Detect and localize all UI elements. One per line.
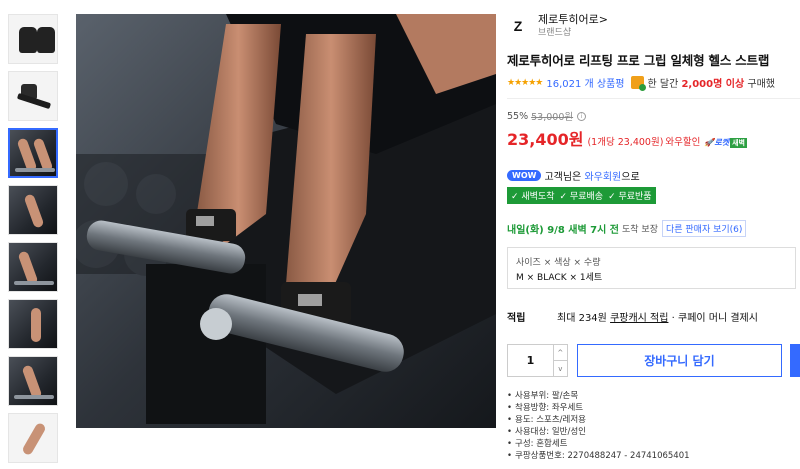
price-row: 23,400원 (1개당 23,400원) 와우할인 🚀로켓 새벽 [507,126,800,150]
sales-suffix: 구매했 [747,79,775,90]
brand-shop-label: 브랜드샵 [538,28,572,38]
free-return-badge: ✓ 무료반품 [608,192,652,202]
thumbnail-8[interactable] [8,413,58,463]
option-label: 사이즈 × 색상 × 수량 [516,258,601,268]
thumbnail-3-selected[interactable] [8,128,58,178]
thumbnail-4[interactable] [8,185,58,235]
wow-suffix: 으로 [621,172,640,183]
thumbnail-6[interactable] [8,299,58,349]
coupang-cash-link[interactable]: 쿠팡캐시 적립 [610,309,668,324]
product-info: Z 제로투히어로> 브랜드샵 제로투히어로 리프팅 프로 그립 일체형 헬스 스… [507,10,800,462]
brand-name: 제로투히어로 [538,13,599,26]
quantity-buttons: ^ v [552,345,567,376]
chevron-right-icon: > [598,13,608,26]
list-item: 사용대상: 일반/성인 [507,426,800,438]
rocket-delivery-badge: 🚀로켓 새벽 [704,137,747,148]
thumbnail-1[interactable] [8,14,58,64]
review-count-link[interactable]: 16,021 개 상품평 [546,75,624,90]
bar-image [14,281,54,285]
glove-image [37,27,55,53]
glove-image [19,27,37,53]
rating-row: ★★★★★ 16,021 개 상품평 한 달간 2,000명 이상 구매했 [507,75,800,91]
thumbnail-2[interactable] [8,71,58,121]
quantity-up-button[interactable]: ^ [553,345,567,361]
attribute-list: 사용부위: 팔/손목 착용방향: 좌우세트 용도: 스포츠/레저용 사용대상: … [507,390,800,462]
discount-rate: 55% [507,110,529,122]
sales-info: 한 달간 2,000명 이상 구매했 [648,75,775,90]
delivery-row: 내일(화) 9/8 새벽 7시 전 도착 보장 다른 판매자 보기(6) [507,220,800,237]
delivery-date: 내일(화) 9/8 새벽 7시 전 [507,225,619,236]
original-price: 53,000원 [531,112,574,123]
list-item: 쿠팡상품번호: 2270488247 - 24741065401 [507,450,800,462]
reward-label: 적립 [507,313,526,324]
reward-amount: 최대 234원 [557,313,607,324]
wow-prefix: 고객님은 [544,172,582,183]
thumbnail-5[interactable] [8,242,58,292]
brand-row[interactable]: Z 제로투히어로> 브랜드샵 [507,10,800,42]
add-to-cart-button[interactable]: 장바구니 담기 [576,344,783,377]
dawn-delivery-badge: ✓ 새벽도착 [511,192,555,202]
list-item: 착용방향: 좌우세트 [507,402,800,414]
option-selector[interactable]: 사이즈 × 색상 × 수량 M × BLACK × 1세트 [507,247,796,289]
list-item: 사용부위: 팔/손목 [507,390,800,402]
reward-suffix: · 쿠페이 머니 결제시 [671,313,758,324]
rocket-label: 🚀로켓 [704,138,730,147]
option-value: M × BLACK × 1세트 [516,273,603,283]
sales-count: 2,000명 이상 [681,79,745,90]
shopping-bag-icon [630,76,646,91]
purchase-row: 1 ^ v 장바구니 담기 [507,344,800,377]
divider [507,98,800,99]
thumbnail-7[interactable] [8,356,58,406]
other-sellers-button[interactable]: 다른 판매자 보기(6) [661,220,747,237]
info-icon[interactable]: i [577,111,587,121]
delivery-guarantee: 도착 보장 [622,225,658,235]
quantity-stepper: 1 ^ v [507,344,568,377]
wow-member-row: WOW 고객님은 와우회원 으로 [507,168,800,183]
thumbnail-list [8,14,64,469]
discount-row: 55% 53,000원 i [507,109,800,123]
quantity-down-button[interactable]: v [554,361,567,376]
main-product-image[interactable] [76,14,496,428]
quantity-input[interactable]: 1 [508,345,553,376]
bar-image [15,168,55,172]
unit-price: (1개당 23,400원) [587,137,664,148]
wow-badge: WOW [507,170,542,181]
product-title: 제로투히어로 리프팅 프로 그립 일체형 헬스 스트랩 [507,53,770,68]
reward-row: 적립 최대 234원 쿠팡캐시 적립 · 쿠페이 머니 결제시 [507,309,800,324]
bar-image [14,395,54,399]
arm-image [23,193,45,229]
benefit-badges: ✓ 새벽도착 ✓ 무료배송 ✓ 무료반품 [507,187,656,204]
sales-prefix: 한 달간 [647,79,679,90]
brand-logo: Z [513,18,523,34]
sale-price: 23,400원 [507,130,584,149]
list-item: 용도: 스포츠/레저용 [507,414,800,426]
star-rating: ★★★★★ [507,77,543,88]
brand-link[interactable]: 제로투히어로> [538,13,608,27]
arm-image [31,308,41,342]
buy-now-button[interactable] [790,344,800,377]
free-shipping-badge: ✓ 무료배송 [559,192,604,202]
wow-member-link[interactable]: 와우회원 [584,168,621,183]
arm-image [21,421,47,457]
list-item: 구성: 혼합세트 [507,438,800,450]
dawn-badge: 새벽 [730,138,747,148]
wow-discount-label: 와우할인 [665,137,701,148]
